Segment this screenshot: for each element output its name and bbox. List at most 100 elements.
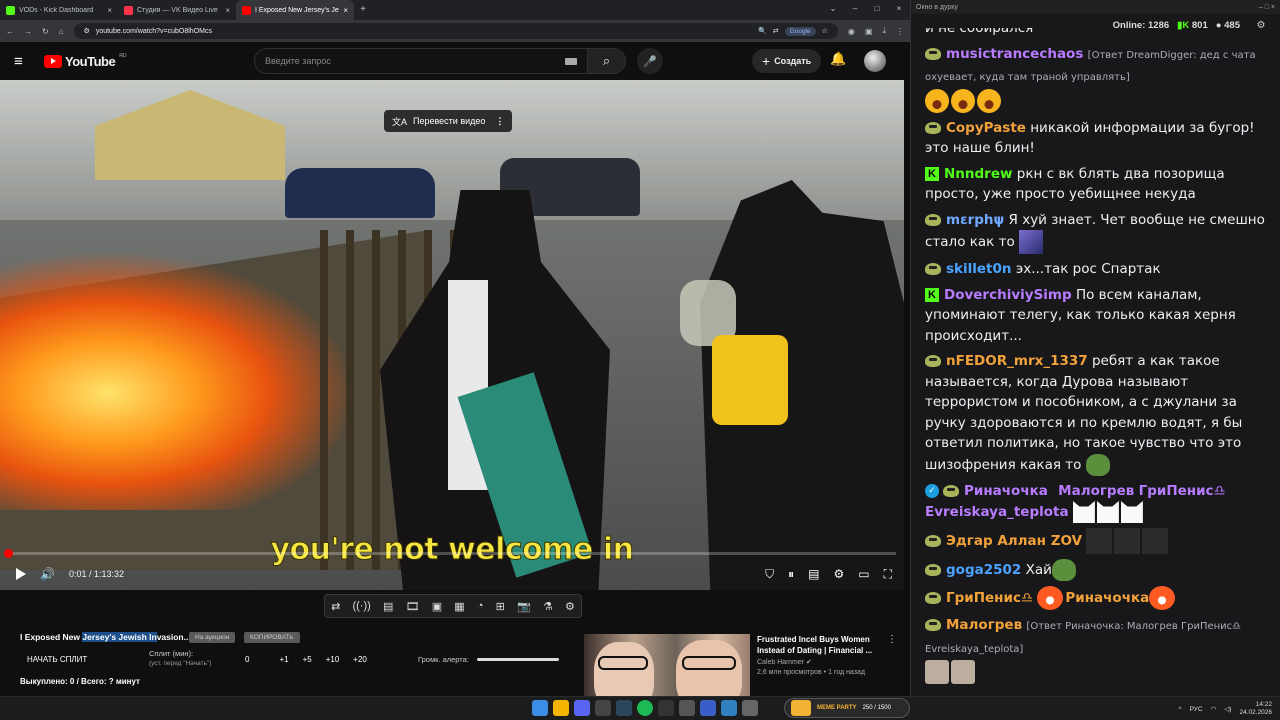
- auction-button[interactable]: На аукцион: [189, 632, 236, 643]
- plus-1-button[interactable]: +1: [279, 655, 288, 664]
- steam-icon[interactable]: [616, 700, 632, 716]
- search-button[interactable]: ⌕: [588, 48, 626, 74]
- chat-mention[interactable]: Малогрев: [1058, 483, 1134, 499]
- app-icon[interactable]: [700, 700, 716, 716]
- volume-icon[interactable]: 🔊: [40, 567, 55, 581]
- clock[interactable]: 14:22 24.02.2026: [1239, 701, 1272, 717]
- settings-gear-icon[interactable]: ⚙: [833, 567, 844, 581]
- chat-nick[interactable]: Эдгар Аллан ZOV: [946, 533, 1082, 549]
- menu-icon[interactable]: ≡: [14, 53, 42, 70]
- obs-icon[interactable]: [658, 700, 674, 716]
- chat-nick[interactable]: musictrancechaos: [946, 46, 1083, 62]
- playlist-icon[interactable]: ▤: [383, 600, 393, 613]
- cinema-icon[interactable]: ▦: [454, 600, 464, 613]
- chat-nick[interactable]: nFEDOR_mrx_1337: [946, 353, 1088, 369]
- youtube-logo[interactable]: YouTube RU: [44, 53, 127, 69]
- plus-5-button[interactable]: +5: [303, 655, 312, 664]
- tray-chevron-icon[interactable]: ^: [1179, 706, 1182, 713]
- extension-icon[interactable]: ▣: [865, 27, 873, 36]
- telegram-icon[interactable]: [721, 700, 737, 716]
- start-icon[interactable]: [532, 700, 548, 716]
- shield-icon[interactable]: ⛉: [765, 567, 774, 582]
- chat-nick[interactable]: CopyPaste: [946, 120, 1026, 136]
- meme-party-widget[interactable]: MEME PARTY 250 / 1500: [784, 698, 910, 718]
- minimize-icon[interactable]: –: [844, 0, 866, 18]
- close-icon[interactable]: ×: [225, 6, 230, 15]
- recommendation-item[interactable]: Frustrated Incel Buys Women Instead of D…: [757, 634, 897, 676]
- pause-extension-icon[interactable]: ⏸: [788, 567, 794, 582]
- home-icon[interactable]: ⌂: [59, 27, 64, 36]
- site-info-icon[interactable]: ⚙: [84, 27, 90, 35]
- alert-volume-slider[interactable]: [476, 658, 559, 661]
- play-icon[interactable]: [16, 568, 26, 580]
- reload-icon[interactable]: ↻: [42, 27, 49, 36]
- gear-icon[interactable]: ⚙: [565, 600, 575, 613]
- bookmark-star-icon[interactable]: ☆: [822, 27, 828, 35]
- translate-video-button[interactable]: 文A Перевести видео ⋮: [384, 110, 513, 132]
- chat-nick[interactable]: DoverchiviySimp: [944, 287, 1072, 303]
- network-icon[interactable]: ◠: [1211, 705, 1217, 713]
- chat-mention[interactable]: Риначочка: [1065, 590, 1149, 606]
- chat-nick[interactable]: Риначочка: [964, 483, 1048, 499]
- fullscreen-icon[interactable]: ⛶: [884, 567, 892, 582]
- flask-icon[interactable]: ⚗: [543, 600, 553, 613]
- chat-nick[interactable]: skillet0n: [946, 261, 1012, 277]
- url-field[interactable]: ⚙ youtube.com/watch?v=cubO8lhOMcs 🔍 ⇄ Go…: [73, 23, 838, 39]
- progress-bar[interactable]: [4, 549, 896, 558]
- chat-mention[interactable]: ГриПенис♎: [1139, 483, 1226, 499]
- chat-nick[interactable]: mεrphψ: [946, 212, 1004, 228]
- picture-in-picture-icon[interactable]: ▣: [432, 600, 442, 613]
- app-icon[interactable]: [742, 700, 758, 716]
- chat-nick[interactable]: Nnndrew: [944, 166, 1012, 182]
- copy-button[interactable]: КОПИРОВАТЬ: [244, 632, 300, 643]
- video-player[interactable]: 文A Перевести видео ⋮ you're not welcome …: [0, 80, 904, 590]
- tab-search-icon[interactable]: ⌄: [822, 0, 844, 18]
- more-options-icon[interactable]: ⋮: [887, 634, 897, 645]
- lens-icon[interactable]: 🔍: [758, 27, 767, 35]
- recommendation-title[interactable]: Frustrated Incel Buys Women Instead of D…: [757, 634, 897, 656]
- chat-nick[interactable]: ГриПенис♎: [946, 590, 1033, 606]
- create-button[interactable]: + Создать: [752, 49, 822, 73]
- notifications-bell-icon[interactable]: 🔔: [830, 51, 846, 67]
- loop-icon[interactable]: ⇄: [331, 600, 340, 613]
- keyboard-icon[interactable]: [565, 57, 577, 65]
- app-icon[interactable]: [679, 700, 695, 716]
- volume-icon[interactable]: ◁): [1224, 705, 1231, 713]
- plus-20-button[interactable]: +20: [353, 655, 367, 664]
- film-icon[interactable]: 🎞: [406, 600, 420, 613]
- tab-vk[interactable]: Студия — VK Видео Live ×: [118, 0, 236, 20]
- discord-icon[interactable]: [574, 700, 590, 716]
- chrome-icon[interactable]: [553, 700, 569, 716]
- chat-nick[interactable]: goga2502: [946, 562, 1021, 578]
- app-icon[interactable]: [595, 700, 611, 716]
- speed-icon[interactable]: ◔: [477, 600, 484, 612]
- extension-icon[interactable]: ◉: [848, 27, 855, 36]
- avatar[interactable]: [864, 50, 886, 72]
- recommendation-thumbnail[interactable]: [584, 634, 750, 696]
- close-window-icon[interactable]: ×: [888, 0, 910, 18]
- menu-dots-icon[interactable]: ⋮: [896, 27, 904, 36]
- screenshot-camera-icon[interactable]: 📷: [517, 600, 531, 613]
- start-split-button[interactable]: НАЧАТЬ СПЛИТ: [27, 655, 87, 664]
- split-value[interactable]: 0: [245, 655, 249, 664]
- back-icon[interactable]: ←: [6, 27, 14, 36]
- subtitles-icon[interactable]: ▤: [808, 567, 819, 581]
- close-icon[interactable]: ×: [343, 6, 348, 15]
- close-icon[interactable]: – □ ×: [1259, 4, 1275, 11]
- recommendation-channel[interactable]: Caleb Hammer ✔: [757, 658, 897, 666]
- tab-kick[interactable]: VODs - Kick Dashboard ×: [0, 0, 118, 20]
- miniplayer-icon[interactable]: ▭: [858, 567, 869, 581]
- audio-icon[interactable]: ((·)): [352, 600, 370, 612]
- google-pill[interactable]: Google: [784, 26, 816, 36]
- add-icon[interactable]: ⊞: [496, 600, 505, 613]
- download-icon[interactable]: ⤓: [882, 26, 886, 36]
- chat-mention[interactable]: Evreiskaya_teplota: [925, 504, 1069, 520]
- close-icon[interactable]: ×: [107, 6, 112, 15]
- spotify-icon[interactable]: [637, 700, 653, 716]
- maximize-icon[interactable]: □: [866, 0, 888, 18]
- translate-icon[interactable]: ⇄: [773, 27, 779, 35]
- forward-icon[interactable]: →: [24, 27, 32, 36]
- language-indicator[interactable]: РУС: [1190, 706, 1203, 713]
- chat-nick[interactable]: Малогрев: [946, 617, 1022, 633]
- more-options-icon[interactable]: ⋮: [495, 116, 504, 127]
